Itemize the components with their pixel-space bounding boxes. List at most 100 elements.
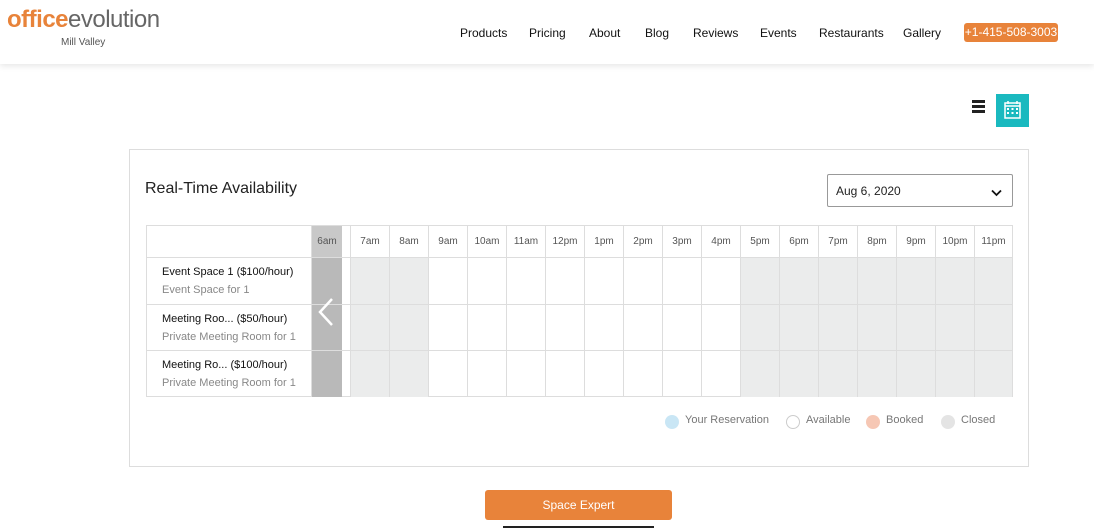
room-desc: Private Meeting Room for 1 bbox=[162, 377, 296, 389]
slot-cell[interactable] bbox=[662, 305, 701, 351]
nav-products[interactable]: Products bbox=[460, 26, 507, 40]
room-row: Meeting Ro... ($100/hour) Private Meetin… bbox=[147, 350, 1012, 397]
logo-text-office: office bbox=[7, 6, 69, 33]
room-row: Event Space 1 ($100/hour) Event Space fo… bbox=[147, 257, 1012, 304]
slot-cell[interactable] bbox=[623, 351, 662, 397]
list-view-icon[interactable] bbox=[970, 100, 988, 120]
slot-cell[interactable] bbox=[740, 258, 779, 304]
room-name: Meeting Roo... ($50/hour) bbox=[162, 313, 288, 325]
slot-cell[interactable] bbox=[896, 351, 935, 397]
slot-cell[interactable] bbox=[779, 351, 818, 397]
slot-cell[interactable] bbox=[935, 305, 974, 351]
legend-label: Your Reservation bbox=[685, 414, 769, 426]
location-label: Mill Valley bbox=[61, 37, 106, 48]
hour-header: 11pm bbox=[974, 226, 1012, 257]
slot-cell[interactable] bbox=[350, 305, 389, 351]
slot-cell[interactable] bbox=[818, 305, 857, 351]
slot-cell[interactable] bbox=[974, 305, 1012, 351]
slot-cell[interactable] bbox=[545, 351, 584, 397]
hour-header: 5pm bbox=[740, 226, 779, 257]
slot-cell[interactable] bbox=[389, 258, 428, 304]
slot-cell[interactable] bbox=[740, 305, 779, 351]
nav-gallery[interactable]: Gallery bbox=[903, 26, 941, 40]
slot-cell[interactable] bbox=[701, 305, 740, 351]
legend-dot bbox=[786, 415, 800, 429]
legend-dot bbox=[665, 415, 679, 429]
room-desc: Event Space for 1 bbox=[162, 284, 250, 296]
slot-cell[interactable] bbox=[506, 258, 545, 304]
slot-cell[interactable] bbox=[350, 351, 389, 397]
slot-cell[interactable] bbox=[701, 258, 740, 304]
slot-cell[interactable] bbox=[623, 258, 662, 304]
hour-header: 8pm bbox=[857, 226, 896, 257]
slot-cell[interactable] bbox=[389, 305, 428, 351]
calendar-view-icon[interactable] bbox=[996, 94, 1029, 127]
nav-events[interactable]: Events bbox=[760, 26, 797, 40]
nav-pricing[interactable]: Pricing bbox=[529, 26, 566, 40]
slot-cell[interactable] bbox=[623, 305, 662, 351]
slot-cell[interactable] bbox=[662, 351, 701, 397]
space-expert-button[interactable]: Space Expert bbox=[485, 490, 672, 520]
slot-cell[interactable] bbox=[506, 351, 545, 397]
legend-label: Booked bbox=[886, 414, 924, 426]
slot-cell[interactable] bbox=[701, 351, 740, 397]
slot-cell[interactable] bbox=[935, 351, 974, 397]
slot-cell[interactable] bbox=[818, 351, 857, 397]
hour-header: 3pm bbox=[662, 226, 701, 257]
slot-cell[interactable] bbox=[896, 305, 935, 351]
slot-cell[interactable] bbox=[350, 258, 389, 304]
hour-header: 12pm bbox=[545, 226, 584, 257]
legend-dot bbox=[866, 415, 880, 429]
room-row: Meeting Roo... ($50/hour) Private Meetin… bbox=[147, 304, 1012, 351]
hour-header: 9pm bbox=[896, 226, 935, 257]
hour-header: 10pm bbox=[935, 226, 974, 257]
legend-label: Available bbox=[806, 414, 851, 426]
nav-reviews[interactable]: Reviews bbox=[693, 26, 738, 40]
panel-title: Real-Time Availability bbox=[145, 180, 298, 197]
hour-header: 7pm bbox=[818, 226, 857, 257]
slot-cell bbox=[311, 351, 342, 397]
chevron-down-icon bbox=[991, 186, 1002, 200]
slot-cell[interactable] bbox=[584, 305, 623, 351]
room-name: Event Space 1 ($100/hour) bbox=[162, 266, 294, 278]
slot-cell[interactable] bbox=[974, 351, 1012, 397]
slot-cell[interactable] bbox=[584, 258, 623, 304]
slot-cell[interactable] bbox=[818, 258, 857, 304]
slot-cell[interactable] bbox=[896, 258, 935, 304]
slot-cell[interactable] bbox=[584, 351, 623, 397]
date-select[interactable]: Aug 6, 2020 bbox=[827, 174, 1013, 207]
slot-cell[interactable] bbox=[662, 258, 701, 304]
logo-text-evolution: evolution bbox=[68, 6, 160, 33]
slot-cell[interactable] bbox=[428, 305, 467, 351]
slot-cell[interactable] bbox=[545, 305, 584, 351]
site-header: officeevolution Mill Valley Products Pri… bbox=[0, 0, 1094, 64]
slot-cell[interactable] bbox=[467, 351, 506, 397]
slot-cell[interactable] bbox=[506, 305, 545, 351]
nav-restaurants[interactable]: Restaurants bbox=[819, 26, 884, 40]
slot-cell[interactable] bbox=[740, 351, 779, 397]
slot-cell[interactable] bbox=[428, 351, 467, 397]
hour-header: 6pm bbox=[779, 226, 818, 257]
slot-cell[interactable] bbox=[779, 305, 818, 351]
slot-cell[interactable] bbox=[467, 258, 506, 304]
office-evolution-logo[interactable]: officeevolution bbox=[7, 6, 160, 34]
slot-cell[interactable] bbox=[857, 258, 896, 304]
slot-cell[interactable] bbox=[545, 258, 584, 304]
hour-header: 10am bbox=[467, 226, 506, 257]
nav-blog[interactable]: Blog bbox=[645, 26, 669, 40]
legend-label: Closed bbox=[961, 414, 996, 426]
slot-cell[interactable] bbox=[428, 258, 467, 304]
slot-cell[interactable] bbox=[779, 258, 818, 304]
slot-cell[interactable] bbox=[857, 305, 896, 351]
hour-header: 11am bbox=[506, 226, 545, 257]
hour-header: 8am bbox=[389, 226, 428, 257]
chevron-left-icon[interactable] bbox=[312, 296, 342, 328]
slot-cell[interactable] bbox=[389, 351, 428, 397]
slot-cell[interactable] bbox=[857, 351, 896, 397]
slot-cell[interactable] bbox=[935, 258, 974, 304]
slot-cell[interactable] bbox=[974, 258, 1012, 304]
phone-button[interactable]: +1-415-508-3003 bbox=[964, 23, 1058, 42]
nav-about[interactable]: About bbox=[589, 26, 620, 40]
slot-cell[interactable] bbox=[467, 305, 506, 351]
hour-header: 6am bbox=[311, 226, 342, 257]
